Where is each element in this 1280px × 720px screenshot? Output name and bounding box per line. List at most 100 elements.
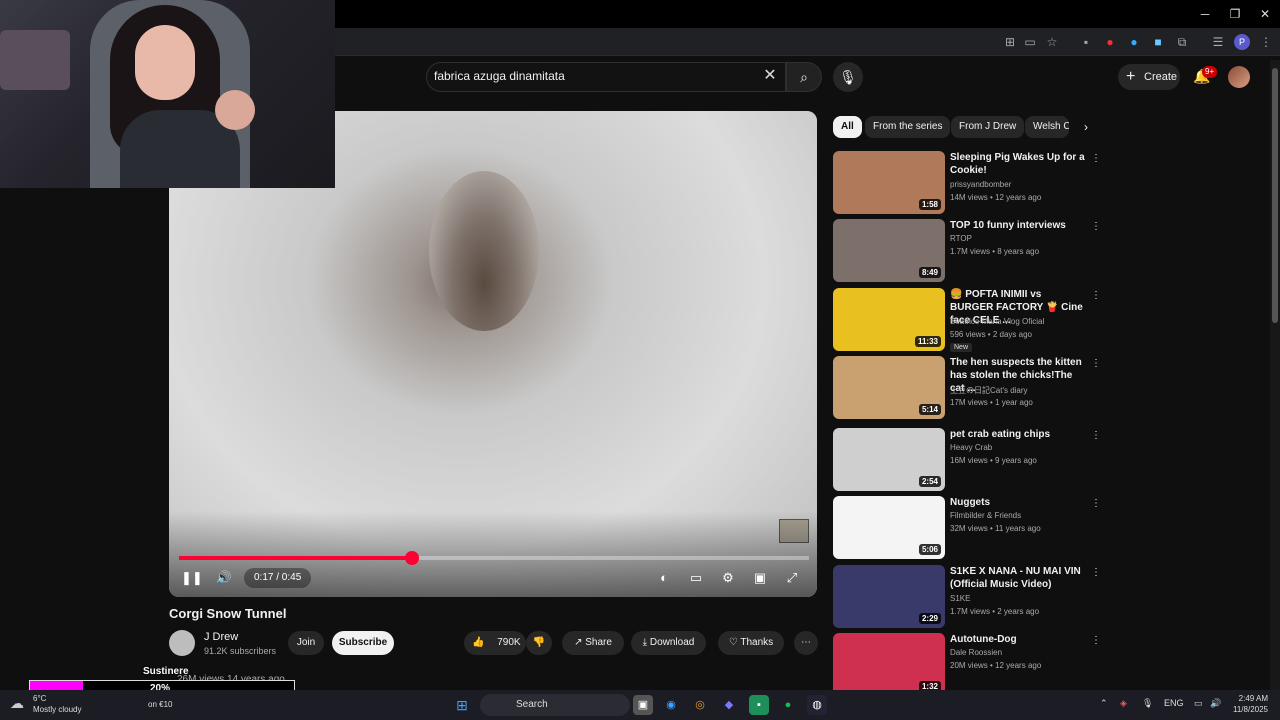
volume-tray-icon[interactable]: 🔊 bbox=[1210, 698, 1221, 709]
extension-icon[interactable]: ● bbox=[1126, 34, 1142, 50]
theater-mode-button[interactable]: ▣ bbox=[749, 569, 771, 587]
captions-button[interactable]: ▭ bbox=[685, 569, 707, 587]
recommendation-title[interactable]: Nuggets bbox=[950, 496, 1085, 509]
voice-search-button[interactable]: 🎙 bbox=[833, 62, 863, 92]
recommendation-thumbnail[interactable]: 1:32 bbox=[833, 633, 945, 696]
recommendation-channel[interactable]: RTOP bbox=[950, 234, 972, 243]
scrollbar-thumb[interactable] bbox=[1272, 68, 1278, 323]
recommendation-channel[interactable]: prissyandbomber bbox=[950, 180, 1011, 189]
recommendation-channel[interactable]: Beatrice Maria Vlog Oficial bbox=[950, 317, 1044, 326]
profile-icon[interactable]: P bbox=[1234, 34, 1250, 50]
more-actions-button[interactable]: ⋯ bbox=[794, 631, 818, 655]
task-view-icon[interactable]: ▣ bbox=[633, 695, 653, 715]
more-vert-icon[interactable]: ⋮ bbox=[1090, 153, 1102, 167]
create-button[interactable]: + Create bbox=[1118, 64, 1180, 90]
recommendation-title[interactable]: Sleeping Pig Wakes Up for a Cookie! bbox=[950, 151, 1085, 177]
tray-mic-icon[interactable]: 🎙 bbox=[1142, 698, 1153, 709]
weather-cloud-icon[interactable]: ☁ bbox=[10, 695, 24, 712]
channel-avatar[interactable] bbox=[169, 630, 195, 656]
teams-icon[interactable]: ◆ bbox=[719, 695, 739, 715]
recommendation-title[interactable]: S1KE X NANA - NU MAI VIN (Official Music… bbox=[950, 565, 1085, 591]
recommendation-meta: 596 views • 2 days ago bbox=[950, 330, 1032, 339]
app-icon[interactable]: ▪ bbox=[749, 695, 769, 715]
bookmark-star-icon[interactable]: ☆ bbox=[1044, 34, 1060, 50]
webcam-background bbox=[0, 30, 70, 90]
recommendation-title[interactable]: pet crab eating chips bbox=[950, 428, 1085, 441]
search-button[interactable]: ⌕ bbox=[786, 62, 822, 92]
tray-app-icon[interactable]: ◈ bbox=[1120, 698, 1127, 709]
gear-icon: ⚙ bbox=[722, 570, 734, 585]
download-button[interactable]: ⤓ Download bbox=[631, 631, 706, 655]
search-query[interactable]: fabrica azuga dinamitata bbox=[434, 69, 565, 83]
channel-name[interactable]: J Drew bbox=[204, 631, 238, 643]
more-vert-icon[interactable]: ⋮ bbox=[1090, 221, 1102, 235]
chevron-right-icon[interactable]: › bbox=[1078, 119, 1094, 135]
extension-icon[interactable]: ■ bbox=[1150, 34, 1166, 50]
more-vert-icon[interactable]: ⋮ bbox=[1090, 498, 1102, 512]
tray-chevron-icon[interactable]: ⌃ bbox=[1100, 698, 1108, 709]
recommendation-thumbnail[interactable]: 2:29 bbox=[833, 565, 945, 628]
taskbar-search[interactable]: Search bbox=[480, 694, 630, 716]
video-duration: 2:54 bbox=[918, 476, 941, 487]
browser-menu-icon[interactable]: ⋮ bbox=[1258, 34, 1274, 50]
more-vert-icon[interactable]: ⋮ bbox=[1090, 290, 1102, 304]
settings-button[interactable]: ⚙ bbox=[717, 569, 739, 587]
recommendation-channel[interactable]: Dale Roossien bbox=[950, 648, 1002, 657]
recommendation-thumbnail[interactable]: 8:49 bbox=[833, 219, 945, 282]
thanks-button[interactable]: ♡ Thanks bbox=[718, 631, 784, 655]
recommendation-thumbnail[interactable]: 5:14 bbox=[833, 356, 945, 419]
share-button[interactable]: ↗ Share bbox=[562, 631, 624, 655]
account-avatar[interactable] bbox=[1228, 66, 1250, 88]
fullscreen-button[interactable]: ⤢ bbox=[781, 569, 803, 587]
like-button[interactable]: 👍 790K bbox=[464, 631, 526, 655]
video-frame-tunnel bbox=[429, 171, 539, 331]
more-vert-icon[interactable]: ⋮ bbox=[1090, 635, 1102, 649]
more-vert-icon[interactable]: ⋮ bbox=[1090, 358, 1102, 372]
recommendation-title[interactable]: TOP 10 funny interviews bbox=[950, 219, 1085, 232]
pause-icon: ❚❚ bbox=[181, 570, 203, 585]
close-window-icon[interactable]: ✕ bbox=[1250, 4, 1280, 24]
recommendation-thumbnail[interactable]: 1:58 bbox=[833, 151, 945, 214]
steam-icon[interactable]: ◍ bbox=[807, 695, 827, 715]
more-vert-icon[interactable]: ⋮ bbox=[1090, 567, 1102, 581]
extension-icon[interactable]: ▪ bbox=[1078, 34, 1094, 50]
video-duration: 5:06 bbox=[918, 544, 941, 555]
subscribe-button[interactable]: Subscribe bbox=[332, 631, 394, 655]
volume-button[interactable]: 🔊 bbox=[215, 569, 233, 587]
clear-search-icon[interactable]: ✕ bbox=[762, 68, 778, 84]
more-vert-icon[interactable]: ⋮ bbox=[1090, 430, 1102, 444]
chip-all[interactable]: All bbox=[833, 116, 862, 138]
chrome-icon[interactable]: ◎ bbox=[690, 695, 710, 715]
dislike-button[interactable]: 👎 bbox=[526, 631, 552, 655]
recommendation-channel[interactable]: S1KE bbox=[950, 594, 970, 603]
clock-date[interactable]: 11/8/2025 bbox=[1226, 705, 1268, 714]
chip-from-channel[interactable]: From J Drew bbox=[951, 116, 1025, 138]
spotify-icon[interactable]: ● bbox=[778, 695, 798, 715]
recommendation-thumbnail[interactable]: 11:33 bbox=[833, 288, 945, 351]
extension-icon[interactable]: ● bbox=[1102, 34, 1118, 50]
recommendation-title[interactable]: Autotune-Dog bbox=[950, 633, 1085, 646]
install-icon[interactable]: ▭ bbox=[1022, 34, 1038, 50]
join-button[interactable]: Join bbox=[288, 631, 324, 655]
recommendation-channel[interactable]: 土豆の日記Cat's diary bbox=[950, 385, 1028, 396]
restore-icon[interactable]: ❐ bbox=[1220, 4, 1250, 24]
chip-from-series[interactable]: From the series bbox=[865, 116, 951, 138]
minimize-icon[interactable]: ─ bbox=[1190, 4, 1220, 24]
webcam-hand bbox=[215, 90, 255, 130]
progress-scrubber[interactable] bbox=[405, 551, 420, 565]
windows-start-icon[interactable]: ⊞ bbox=[452, 695, 472, 715]
recommendation-thumbnail[interactable]: 5:06 bbox=[833, 496, 945, 559]
clock-time[interactable]: 2:49 AM bbox=[1234, 694, 1268, 703]
network-icon[interactable]: ▭ bbox=[1194, 698, 1203, 709]
language-indicator[interactable]: ENG bbox=[1164, 698, 1184, 708]
extensions-puzzle-icon[interactable]: ⧉ bbox=[1174, 34, 1190, 50]
translate-icon[interactable]: ⊞ bbox=[1002, 34, 1018, 50]
recommendation-channel[interactable]: Heavy Crab bbox=[950, 443, 992, 452]
autoplay-toggle[interactable]: ◐ bbox=[653, 569, 675, 587]
recommendation-channel[interactable]: Filmbilder & Friends bbox=[950, 511, 1021, 520]
reading-list-icon[interactable]: ☰ bbox=[1210, 34, 1226, 50]
pause-button[interactable]: ❚❚ bbox=[181, 569, 203, 587]
recommendation-thumbnail[interactable]: 2:54 bbox=[833, 428, 945, 491]
edge-icon[interactable]: ◉ bbox=[661, 695, 681, 715]
chip-welsh[interactable]: Welsh C bbox=[1025, 116, 1069, 138]
